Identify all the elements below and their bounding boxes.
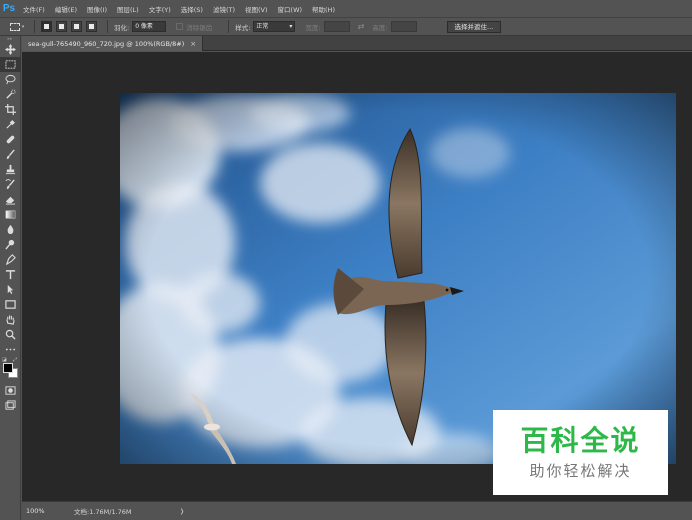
intersect-selection-icon	[89, 24, 94, 29]
document-image	[120, 93, 676, 464]
feather-input[interactable]: 0 像素	[132, 21, 167, 32]
color-swatches: ◪ ⤢	[0, 357, 21, 383]
zoom-icon[interactable]	[0, 327, 21, 342]
rect-marquee-icon	[9, 22, 20, 31]
rect-marquee-icon[interactable]	[0, 57, 21, 72]
watermark-logo: 百科全说 助你轻松解决	[493, 410, 668, 495]
more-tools-icon[interactable]	[0, 342, 21, 357]
zoom-level-field[interactable]: 100%	[26, 506, 56, 517]
menu-view[interactable]: 视图(V)	[240, 4, 273, 14]
document-size-info: 文档:1.76M/1.76M	[74, 508, 132, 516]
style-label: 样式:	[235, 23, 251, 32]
quick-select-icon[interactable]	[0, 87, 21, 102]
close-icon[interactable]: ×	[190, 40, 196, 48]
document-tab-title: sea-gull-765490_960_720.jpg @ 100%(RGB/8…	[28, 39, 185, 48]
menu-type[interactable]: 文字(Y)	[144, 4, 176, 14]
status-menu-arrow-icon[interactable]: ❭	[180, 508, 185, 515]
menu-help[interactable]: 帮助(H)	[307, 4, 340, 14]
new-selection-button[interactable]	[41, 21, 52, 32]
healing-brush-icon[interactable]	[0, 132, 21, 147]
crop-icon[interactable]	[0, 102, 21, 117]
photoshop-logo: Ps	[2, 3, 16, 14]
intersect-selection-button[interactable]	[86, 21, 97, 32]
menu-edit[interactable]: 编辑(E)	[50, 4, 82, 14]
watermark-subtitle: 助你轻松解决	[529, 462, 632, 480]
style-select[interactable]: 正常	[253, 21, 296, 32]
options-bar: ▾ 羽化: 0 像素 消除锯齿 样式: 正常 宽度: ⇄ 高度: 选择并遮住..…	[0, 17, 692, 36]
menu-select[interactable]: 选择(S)	[176, 4, 208, 14]
tool-preset-picker[interactable]: ▾	[6, 20, 28, 33]
height-input[interactable]	[390, 21, 417, 32]
separator	[34, 20, 35, 33]
dodge-icon[interactable]	[0, 237, 21, 252]
separator	[228, 20, 230, 33]
foreground-color[interactable]	[3, 363, 13, 373]
height-label: 高度:	[372, 23, 388, 32]
menu-filter[interactable]: 滤镜(T)	[208, 4, 240, 14]
menu-file[interactable]: 文件(F)	[18, 4, 50, 14]
lasso-icon[interactable]	[0, 72, 21, 87]
tools-panel: ▸▸ ◪ ⤢	[0, 36, 21, 520]
antialias-checkbox[interactable]	[176, 23, 184, 30]
width-input[interactable]	[323, 21, 350, 32]
antialias-label: 消除锯齿	[186, 23, 213, 32]
menu-layer[interactable]: 图层(L)	[112, 4, 144, 14]
brush-icon[interactable]	[0, 147, 21, 162]
document-tab[interactable]: sea-gull-765490_960_720.jpg @ 100%(RGB/8…	[22, 36, 204, 51]
swap-colors-icon[interactable]: ⤢	[13, 357, 17, 363]
watermark-title: 百科全说	[520, 424, 641, 457]
select-and-mask-button[interactable]: 选择并遮住...	[446, 20, 502, 33]
document-tab-bar: sea-gull-765490_960_720.jpg @ 100%(RGB/8…	[22, 36, 692, 51]
eraser-icon[interactable]	[0, 192, 21, 207]
menu-window[interactable]: 窗口(W)	[273, 4, 308, 14]
subtract-selection-icon	[74, 24, 79, 29]
history-brush-icon[interactable]	[0, 177, 21, 192]
rectangle-shape-icon[interactable]	[0, 297, 21, 312]
status-bar: 100% 文档:1.76M/1.76M ❭	[22, 501, 692, 520]
blur-icon[interactable]	[0, 222, 21, 237]
seagull-photo	[120, 93, 676, 464]
chevron-down-icon: ▾	[21, 23, 25, 30]
menu-image[interactable]: 图像(I)	[82, 4, 112, 14]
add-selection-icon	[59, 24, 64, 29]
new-selection-icon	[44, 24, 49, 29]
eyedropper-icon[interactable]	[0, 117, 21, 132]
subtract-selection-button[interactable]	[71, 21, 82, 32]
type-icon[interactable]	[0, 267, 21, 282]
separator	[107, 20, 108, 33]
clone-stamp-icon[interactable]	[0, 162, 21, 177]
menu-bar: Ps 文件(F) 编辑(E) 图像(I) 图层(L) 文字(Y) 选择(S) 滤…	[0, 0, 692, 17]
gradient-icon[interactable]	[0, 207, 21, 222]
pen-icon[interactable]	[0, 252, 21, 267]
width-label: 宽度:	[305, 23, 321, 32]
feather-label: 羽化:	[114, 23, 130, 32]
path-select-icon[interactable]	[0, 282, 21, 297]
hand-icon[interactable]	[0, 312, 21, 327]
add-selection-button[interactable]	[56, 21, 67, 32]
screen-mode-icon[interactable]	[0, 398, 21, 413]
move-icon[interactable]	[0, 42, 21, 57]
quick-mask-icon[interactable]	[0, 383, 21, 398]
swap-icon[interactable]: ⇄	[358, 22, 365, 31]
